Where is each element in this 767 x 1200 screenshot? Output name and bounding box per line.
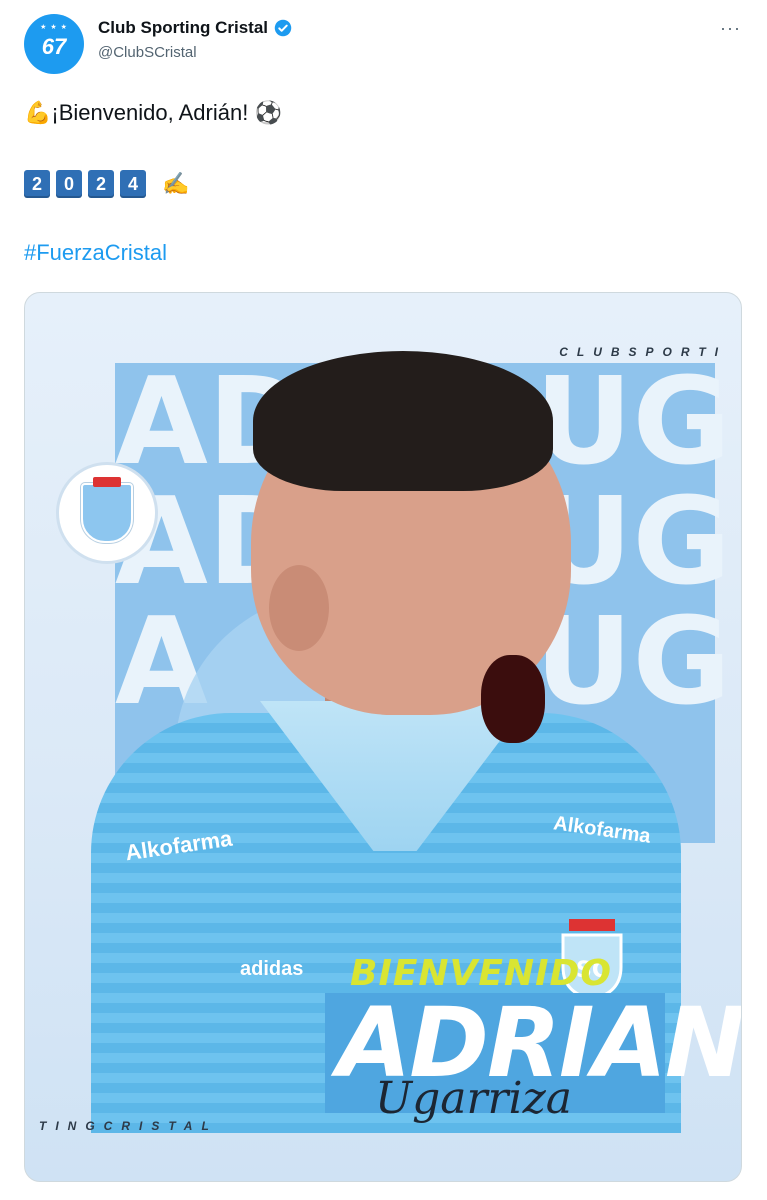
avatar-stars: ★ ★ ★ [40, 24, 68, 31]
writing-hand-emoji: ✍ [162, 171, 190, 196]
flexed-bicep-emoji: 💪 [24, 100, 52, 125]
club-badge [59, 465, 155, 561]
bg-letters: UG [535, 353, 731, 492]
player-mouth [481, 655, 545, 743]
kit-brand-logo: adidas [240, 958, 304, 980]
avatar-label: 67 [41, 34, 67, 59]
display-name[interactable]: Club Sporting Cristal [98, 18, 268, 38]
bottom-caption: TINGCRISTAL [39, 1119, 218, 1133]
tweet-media-image[interactable]: AD UG AD UG A UG CLUBSPORTI Alkofarma Al… [24, 292, 742, 1182]
avatar[interactable]: ★ ★ ★ 67 [24, 14, 84, 74]
player-hair [253, 351, 553, 491]
tweet-line-welcome: 💪¡Bienvenido, Adrián! ⚽ [24, 100, 282, 126]
more-options-icon[interactable]: ··· [720, 18, 741, 39]
top-caption: CLUBSPORTI [559, 345, 727, 359]
club-shield-icon [81, 477, 133, 543]
keycap-digit: 2 [24, 170, 50, 198]
player-ear [269, 565, 329, 651]
display-name-row[interactable]: Club Sporting Cristal [98, 18, 292, 38]
tweet-welcome-text: ¡Bienvenido, Adrián! [51, 100, 249, 125]
keycap-digit: 4 [120, 170, 146, 198]
soccer-ball-emoji: ⚽ [254, 100, 282, 125]
keycap-digit: 0 [56, 170, 82, 198]
keycap-digit: 2 [88, 170, 114, 198]
hashtag-link[interactable]: #FuerzaCristal [24, 240, 167, 266]
account-handle[interactable]: @ClubSCristal [98, 44, 197, 61]
verified-badge-icon [274, 19, 292, 37]
player-last-name: Ugarriza [375, 1073, 573, 1124]
bg-letters: UG [535, 593, 731, 732]
tweet-year-line: 2 0 2 4 ✍ [24, 170, 189, 198]
